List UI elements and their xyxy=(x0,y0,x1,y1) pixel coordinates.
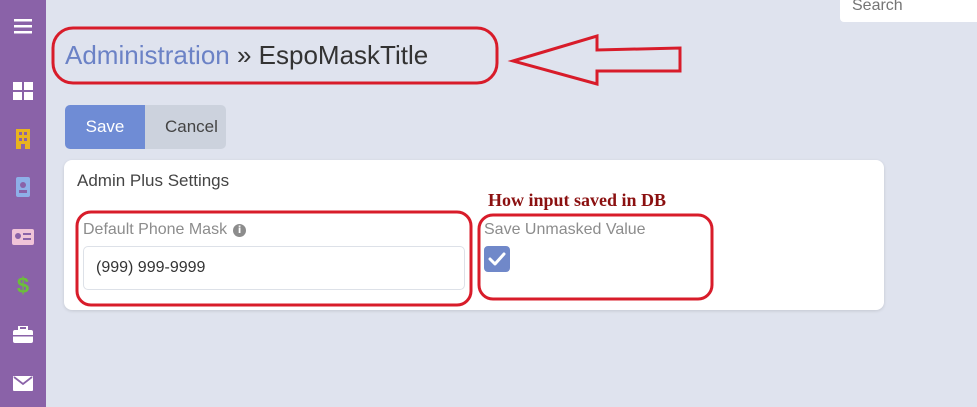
save-button[interactable]: Save xyxy=(65,105,145,149)
building-icon[interactable] xyxy=(0,121,46,157)
cancel-button[interactable]: Cancel xyxy=(145,105,226,149)
phone-mask-label: Default Phone Mask i xyxy=(83,221,247,239)
menu-icon[interactable] xyxy=(0,8,46,44)
annotation-note: How input saved in DB xyxy=(488,190,667,210)
settings-panel: Admin Plus Settings Default Phone Mask i … xyxy=(64,160,884,310)
phone-mask-input[interactable] xyxy=(83,246,465,290)
breadcrumb: Administration » EspoMaskTitle xyxy=(65,40,428,71)
briefcase-icon[interactable] xyxy=(0,316,46,352)
button-group: Save Cancel xyxy=(65,105,226,149)
annotation-arrow xyxy=(507,33,682,86)
panel-title: Admin Plus Settings xyxy=(77,171,230,190)
save-unmasked-label: Save Unmasked Value xyxy=(484,221,646,238)
sidebar: $ xyxy=(0,0,46,407)
search-input[interactable] xyxy=(840,0,977,22)
page-title: EspoMaskTitle xyxy=(258,40,429,70)
dollar-icon[interactable]: $ xyxy=(0,268,46,304)
info-icon[interactable]: i xyxy=(233,224,247,237)
contact-card-icon[interactable] xyxy=(0,169,46,205)
breadcrumb-link-administration[interactable]: Administration xyxy=(65,40,230,70)
breadcrumb-separator: » xyxy=(229,40,259,70)
envelope-icon[interactable] xyxy=(0,365,46,401)
checkmark-icon xyxy=(488,252,506,266)
id-card-icon[interactable] xyxy=(0,219,46,255)
dashboard-icon[interactable] xyxy=(0,73,46,109)
save-unmasked-checkbox[interactable] xyxy=(484,246,510,272)
